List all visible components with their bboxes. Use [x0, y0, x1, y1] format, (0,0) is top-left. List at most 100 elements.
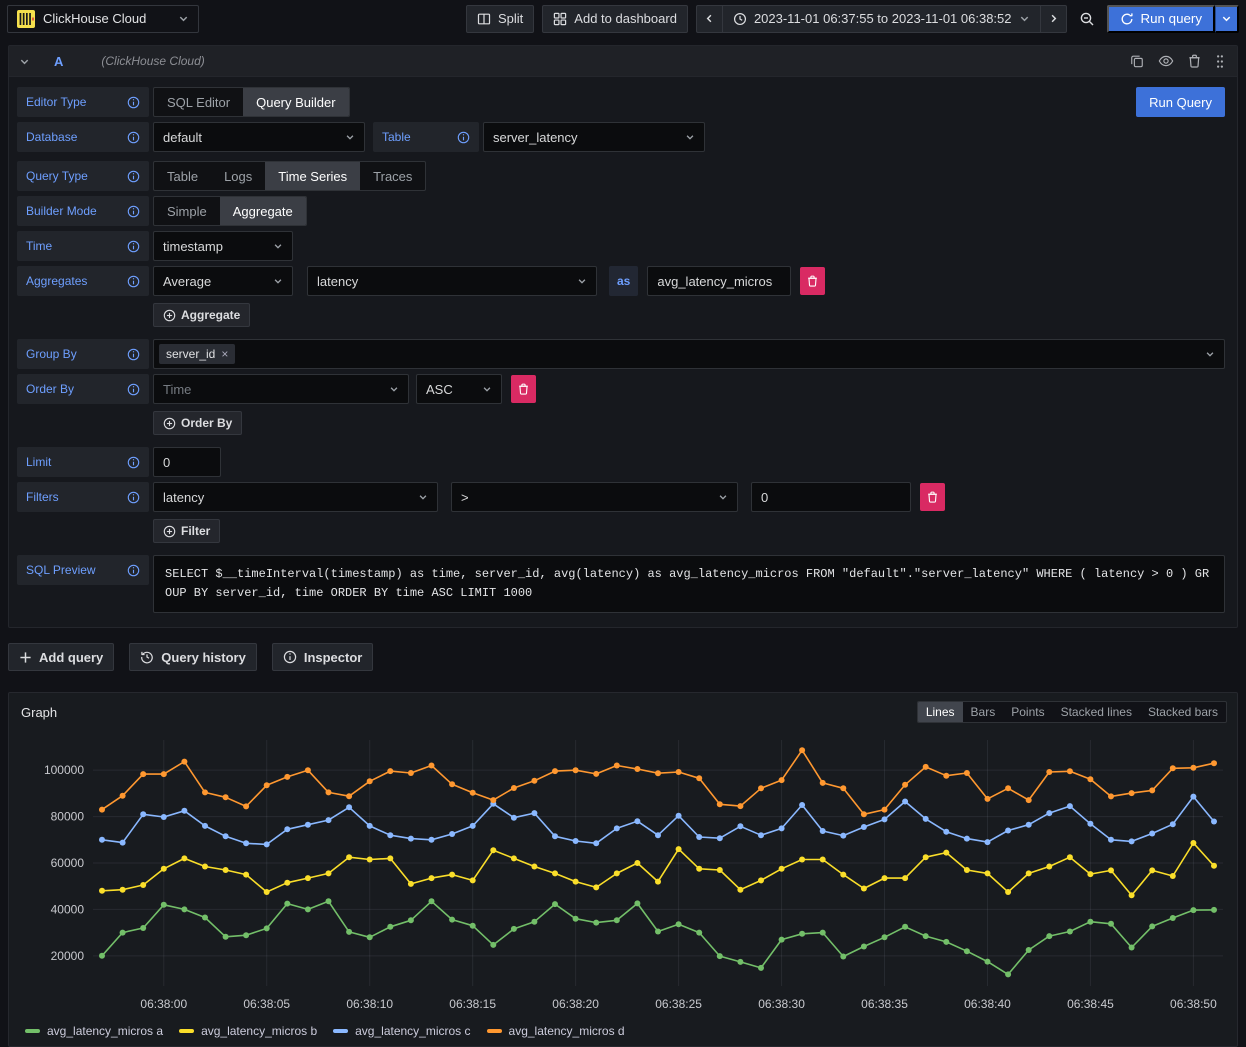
limit-input[interactable]: 0 [153, 447, 221, 477]
add-order-by-button[interactable]: Order By [153, 411, 242, 435]
series-point [223, 794, 229, 800]
collapse-chevron-icon[interactable] [19, 56, 30, 67]
chevron-down-icon [577, 276, 587, 286]
datasource-picker[interactable]: ClickHouse Cloud [7, 5, 199, 33]
run-query-options-caret[interactable] [1215, 5, 1239, 33]
add-filter-button[interactable]: Filter [153, 519, 220, 543]
series-point [593, 920, 599, 926]
series-point [367, 934, 373, 940]
inspector-button[interactable]: Inspector [272, 643, 374, 671]
filter-value-input[interactable]: 0 [751, 482, 911, 512]
info-icon[interactable] [127, 348, 140, 361]
legend-item[interactable]: avg_latency_micros a [25, 1024, 163, 1038]
series-point [305, 875, 311, 881]
info-icon[interactable] [127, 240, 140, 253]
remove-tag-icon[interactable]: × [221, 347, 228, 361]
graph-style-bars[interactable]: Bars [963, 702, 1004, 722]
time-range-back-button[interactable] [696, 5, 722, 33]
graph-style-lines[interactable]: Lines [918, 702, 963, 722]
panel-run-query-button[interactable]: Run Query [1136, 87, 1225, 117]
database-select[interactable]: default [153, 122, 365, 152]
aggregate-function-select[interactable]: Average [153, 266, 293, 296]
legend-item[interactable]: avg_latency_micros c [333, 1024, 470, 1038]
info-icon[interactable] [127, 491, 140, 504]
filter-column-select[interactable]: latency [153, 482, 438, 512]
table-label: Table [373, 122, 479, 152]
info-icon[interactable] [127, 205, 140, 218]
time-range-zoom-out-button[interactable] [1075, 5, 1099, 33]
info-icon[interactable] [127, 275, 140, 288]
remove-aggregate-button[interactable] [800, 267, 825, 295]
query-type-option-logs[interactable]: Logs [211, 162, 265, 190]
sql-preview-code[interactable]: SELECT $__timeInterval(timestamp) as tim… [153, 555, 1225, 613]
series-point [120, 793, 126, 799]
filter-operator-select[interactable]: > [451, 482, 738, 512]
order-by-direction-select[interactable]: ASC [416, 374, 502, 404]
time-column-select[interactable]: timestamp [153, 231, 293, 261]
time-range-picker[interactable]: 2023-11-01 06:37:55 to 2023-11-01 06:38:… [722, 5, 1040, 33]
legend-item[interactable]: avg_latency_micros d [487, 1024, 625, 1038]
builder-mode-option-simple[interactable]: Simple [154, 197, 220, 225]
group-by-multiselect[interactable]: server_id × [153, 339, 1225, 369]
query-type-option-traces[interactable]: Traces [360, 162, 425, 190]
info-icon[interactable] [127, 456, 140, 469]
series-point [470, 877, 476, 883]
time-range-forward-button[interactable] [1040, 5, 1067, 33]
series-point [429, 837, 435, 843]
builder-mode-option-aggregate[interactable]: Aggregate [220, 197, 306, 225]
chevron-down-icon [178, 13, 189, 24]
remove-order-by-button[interactable] [511, 375, 536, 403]
x-axis-tick-label: 06:38:45 [1067, 997, 1114, 1011]
series-point [181, 906, 187, 912]
info-icon[interactable] [127, 383, 140, 396]
query-type-option-time-series[interactable]: Time Series [265, 162, 360, 190]
add-to-dashboard-label: Add to dashboard [574, 11, 677, 26]
info-icon[interactable] [127, 564, 140, 577]
series-point [120, 887, 126, 893]
info-icon[interactable] [127, 96, 140, 109]
series-point [243, 803, 249, 809]
series-point [1108, 921, 1114, 927]
graph-style-points[interactable]: Points [1003, 702, 1052, 722]
add-aggregate-button[interactable]: Aggregate [153, 303, 250, 327]
series-point [799, 747, 805, 753]
add-to-dashboard-button[interactable]: Add to dashboard [542, 5, 688, 33]
aggregate-function-value: Average [163, 274, 211, 289]
graph-style-stacked-lines[interactable]: Stacked lines [1053, 702, 1140, 722]
info-icon[interactable] [127, 170, 140, 183]
aggregate-column-value: latency [317, 274, 358, 289]
query-type-option-table[interactable]: Table [154, 162, 211, 190]
info-icon[interactable] [457, 131, 470, 144]
aggregate-alias-input[interactable]: avg_latency_micros [647, 266, 791, 296]
hide-response-eye-icon[interactable] [1158, 54, 1174, 68]
aggregate-column-select[interactable]: latency [307, 266, 597, 296]
series-point [1170, 821, 1176, 827]
timeseries-chart[interactable]: 2000040000600008000010000006:38:0006:38:… [19, 730, 1231, 1022]
order-by-field-select[interactable]: Time [153, 374, 409, 404]
series-point [964, 867, 970, 873]
graph-style-stacked-bars[interactable]: Stacked bars [1140, 702, 1226, 722]
remove-filter-button[interactable] [920, 483, 945, 511]
series-point [1026, 822, 1032, 828]
duplicate-query-icon[interactable] [1130, 54, 1144, 68]
editor-type-option-sql-editor[interactable]: SQL Editor [154, 88, 243, 116]
series-point [1005, 971, 1011, 977]
add-query-button[interactable]: Add query [8, 643, 114, 671]
legend-series-name: avg_latency_micros c [355, 1024, 470, 1038]
plus-icon [19, 651, 32, 664]
split-button[interactable]: Split [466, 5, 534, 33]
remove-query-trash-icon[interactable] [1188, 54, 1201, 68]
run-query-button[interactable]: Run query [1107, 5, 1216, 33]
query-type-row: Query Type Table Logs Time Series Traces [17, 161, 1225, 191]
series-point [840, 872, 846, 878]
info-icon[interactable] [127, 131, 140, 144]
query-history-button[interactable]: Query history [129, 643, 257, 671]
drag-handle-icon[interactable] [1215, 54, 1225, 69]
table-select[interactable]: server_latency [483, 122, 705, 152]
editor-type-option-query-builder[interactable]: Query Builder [243, 88, 348, 116]
series-point [840, 785, 846, 791]
series-point [284, 880, 290, 886]
series-point [737, 887, 743, 893]
query-row-header[interactable]: A (ClickHouse Cloud) [9, 46, 1237, 77]
legend-item[interactable]: avg_latency_micros b [179, 1024, 317, 1038]
